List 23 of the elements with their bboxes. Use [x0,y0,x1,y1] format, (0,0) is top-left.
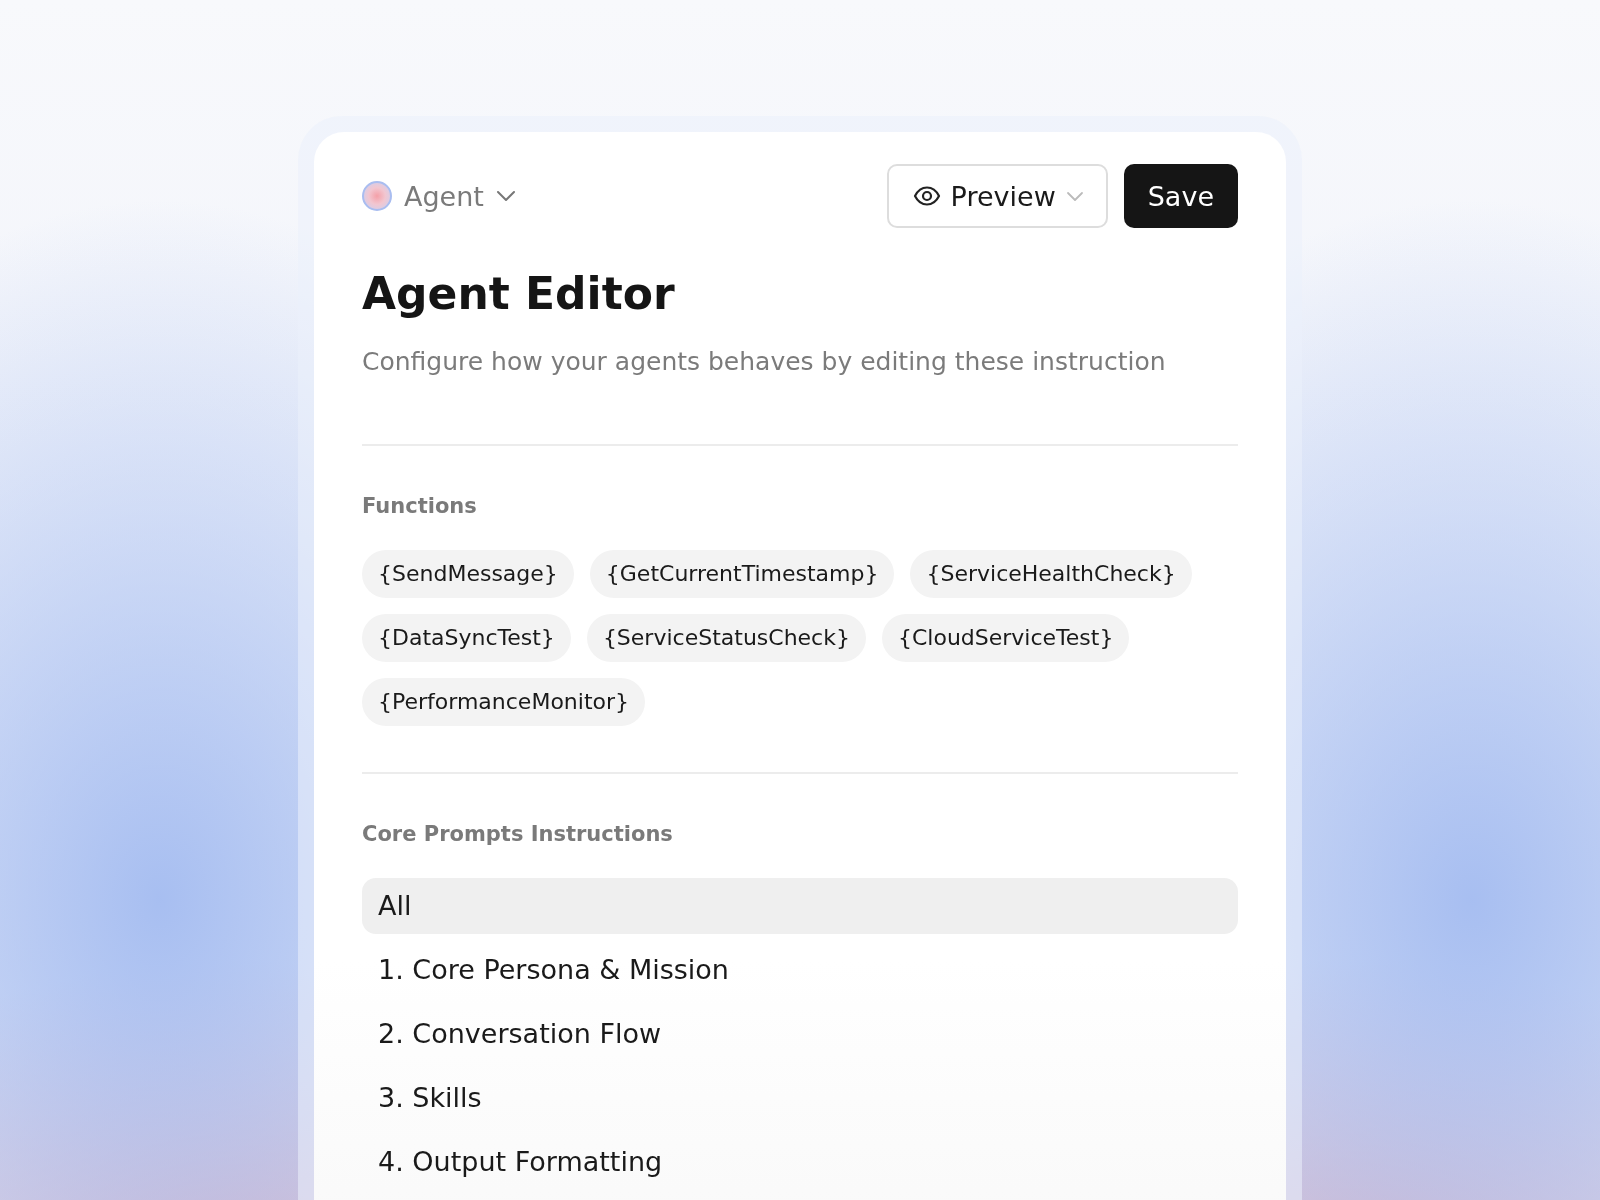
section-heading: Functions [362,493,478,520]
function-tag[interactable]: {ServiceStatusCheck} [586,614,866,662]
function-tag[interactable]: {SendMessage} [362,550,574,598]
function-tag[interactable]: {PerformanceMonitor} [362,678,646,726]
agent-selector[interactable]: Agent [362,180,516,212]
page-subtitle: Configure how your agents behaves by editing these instruction [362,346,1167,378]
eye-icon [912,186,941,206]
page-title: Agent Editor [362,267,676,321]
save-button[interactable]: Save [1123,164,1238,228]
prompt-item[interactable]: 1. Core Persona & Mission [362,942,1238,998]
section-heading: Core Prompts Instructions [362,821,674,848]
function-tag[interactable]: {ServiceHealthCheck} [910,550,1192,598]
agent-avatar-icon [362,181,392,211]
function-tag[interactable]: {DataSyncTest} [362,614,571,662]
prompt-item[interactable]: 3. Skills [362,1070,1238,1126]
chevron-down-icon [495,190,516,202]
function-tag[interactable]: {GetCurrentTimestamp} [589,550,895,598]
function-tag[interactable]: {CloudServiceTest} [881,614,1130,662]
prompt-item[interactable]: 4. Output Formatting [362,1134,1238,1190]
preview-button[interactable]: Preview [886,164,1108,228]
chevron-down-icon [1065,190,1084,202]
prompt-item[interactable]: All [362,878,1238,934]
prompt-item[interactable]: 2. Conversation Flow [362,1006,1238,1062]
